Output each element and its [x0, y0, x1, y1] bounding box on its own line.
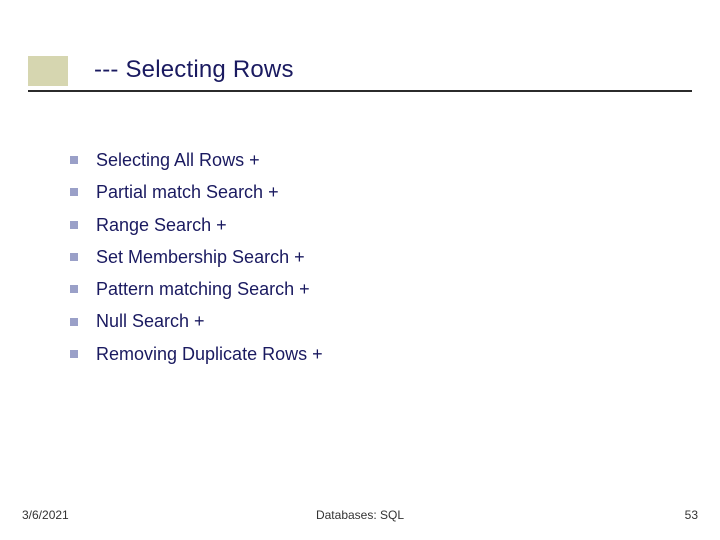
list-item: Partial match Search + — [70, 180, 680, 204]
list-item: Removing Duplicate Rows + — [70, 342, 680, 366]
slide-title: --- Selecting Rows — [94, 56, 294, 84]
bullet-text: Selecting All Rows + — [96, 148, 260, 172]
square-bullet-icon — [70, 156, 78, 164]
title-underline — [28, 90, 692, 92]
footer: 3/6/2021 Databases: SQL 53 — [0, 502, 720, 522]
bullet-text: Removing Duplicate Rows + — [96, 342, 323, 366]
list-item: Selecting All Rows + — [70, 148, 680, 172]
footer-center: Databases: SQL — [0, 508, 720, 522]
title-block: --- Selecting Rows — [0, 48, 720, 96]
square-bullet-icon — [70, 350, 78, 358]
list-item: Range Search + — [70, 213, 680, 237]
list-item: Null Search + — [70, 309, 680, 333]
square-bullet-icon — [70, 221, 78, 229]
title-accent-box — [28, 56, 68, 86]
square-bullet-icon — [70, 188, 78, 196]
bullet-text: Set Membership Search + — [96, 245, 305, 269]
bullet-text: Range Search + — [96, 213, 227, 237]
bullet-text: Pattern matching Search + — [96, 277, 310, 301]
body-content: Selecting All Rows + Partial match Searc… — [70, 148, 680, 374]
bullet-text: Partial match Search + — [96, 180, 279, 204]
footer-page-number: 53 — [685, 508, 698, 522]
list-item: Set Membership Search + — [70, 245, 680, 269]
square-bullet-icon — [70, 253, 78, 261]
bullet-text: Null Search + — [96, 309, 205, 333]
square-bullet-icon — [70, 318, 78, 326]
square-bullet-icon — [70, 285, 78, 293]
list-item: Pattern matching Search + — [70, 277, 680, 301]
